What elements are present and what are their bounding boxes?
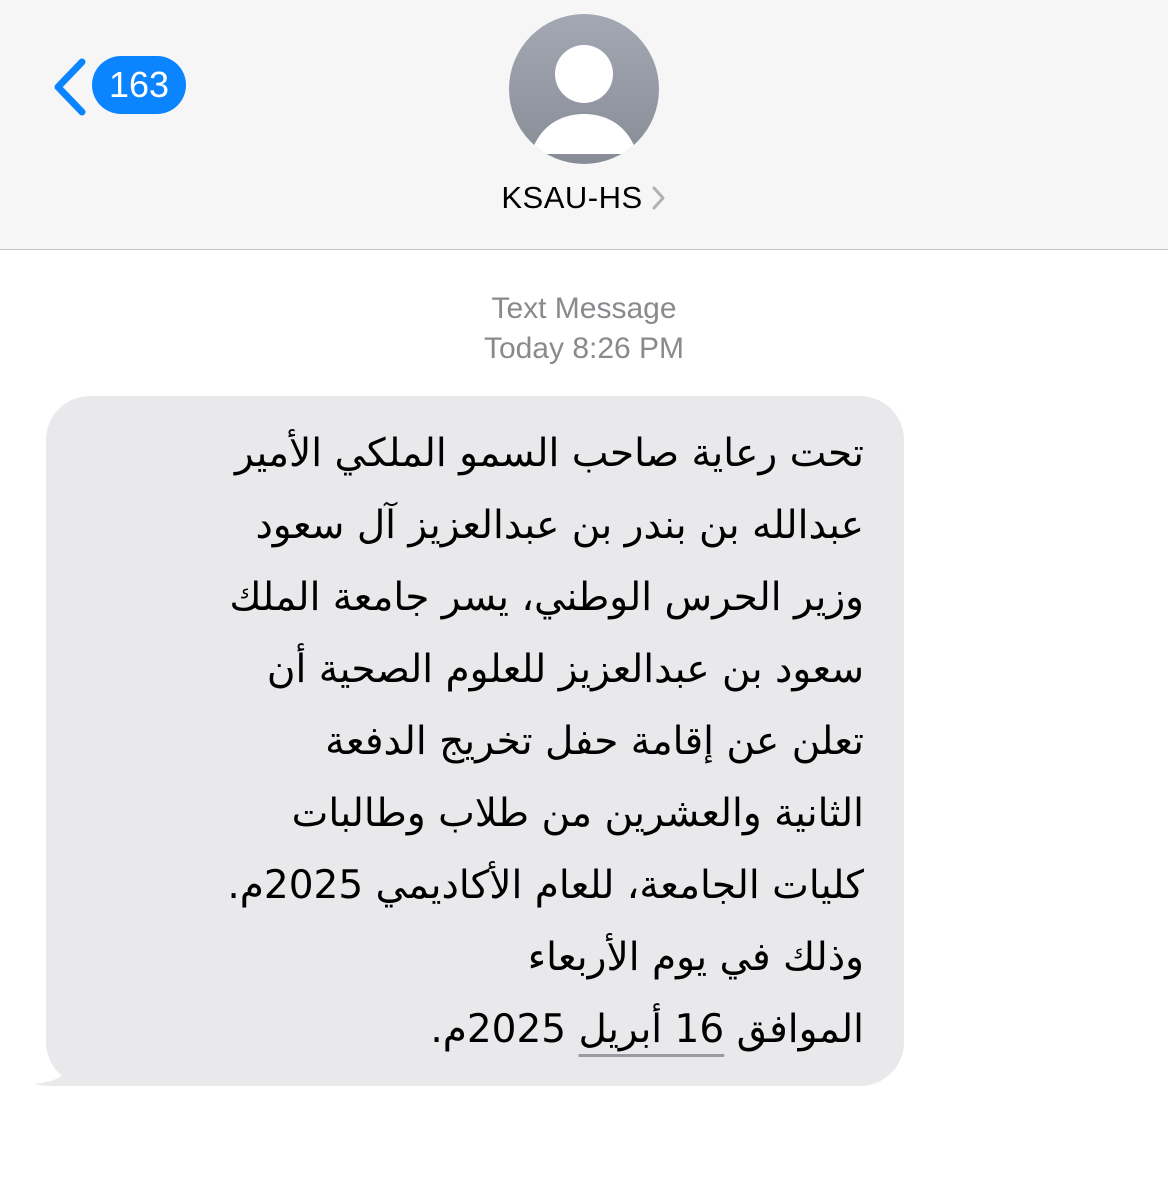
contact-avatar[interactable] (509, 14, 659, 164)
back-button[interactable]: 163 (44, 52, 194, 118)
chevron-right-icon (652, 186, 665, 210)
contact-name: KSAU-HS (501, 180, 643, 215)
unread-count-badge: 163 (92, 56, 186, 114)
message-line: وزير الحرس الوطني، يسر جامعة الملك (229, 575, 864, 620)
message-line: عبدالله بن بندر بن عبدالعزيز آل سعود (255, 503, 864, 548)
last-line-prefix: الموافق (724, 1007, 864, 1052)
message-last-line: الموافق 16 أبريل 2025م. (86, 994, 864, 1066)
message-bubble: تحت رعاية صاحب السمو الملكي الأمير عبدال… (46, 396, 904, 1086)
last-line-suffix: 2025م. (430, 1007, 579, 1052)
message-line: تعلن عن إقامة حفل تخريج الدفعة (325, 719, 864, 764)
person-silhouette-icon (531, 45, 637, 154)
nav-header: 163 KSAU-HS (0, 0, 1168, 250)
incoming-message[interactable]: تحت رعاية صاحب السمو الملكي الأمير عبدال… (30, 396, 910, 1096)
message-line: سعود بن عبدالعزيز للعلوم الصحية أن (266, 647, 864, 692)
message-type-label: Text Message (491, 292, 677, 325)
chevron-left-icon (54, 58, 86, 116)
date-link[interactable]: 16 أبريل (579, 1007, 725, 1052)
message-line: وذلك في يوم الأربعاء (527, 935, 864, 980)
message-line: كليات الجامعة، للعام الأكاديمي 2025م. (227, 863, 864, 908)
message-meta: Text Message Today 8:26 PM (0, 289, 1168, 369)
message-line: الثانية والعشرين من طلاب وطالبات (291, 791, 864, 836)
message-timestamp: Today 8:26 PM (483, 332, 685, 365)
message-line: تحت رعاية صاحب السمو الملكي الأمير (234, 431, 864, 476)
message-text: تحت رعاية صاحب السمو الملكي الأمير عبدال… (86, 418, 864, 1066)
contact-name-button[interactable]: KSAU-HS (0, 180, 1168, 216)
